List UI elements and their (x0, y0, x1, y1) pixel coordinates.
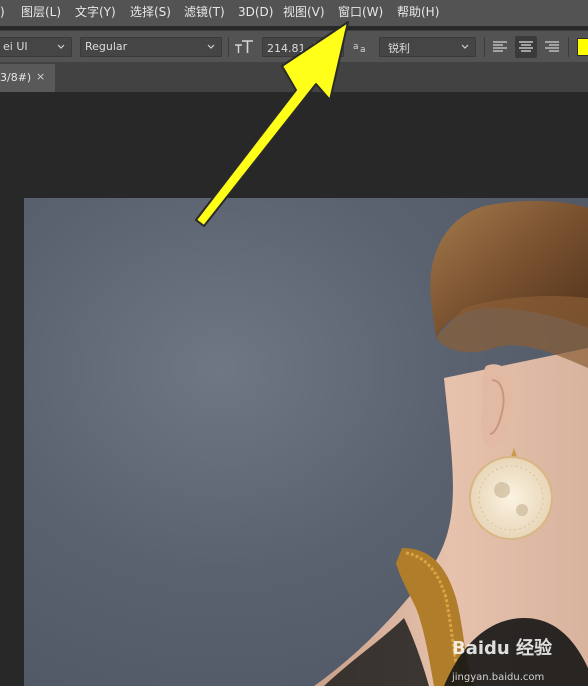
yellow-arrow-icon (195, 21, 349, 227)
